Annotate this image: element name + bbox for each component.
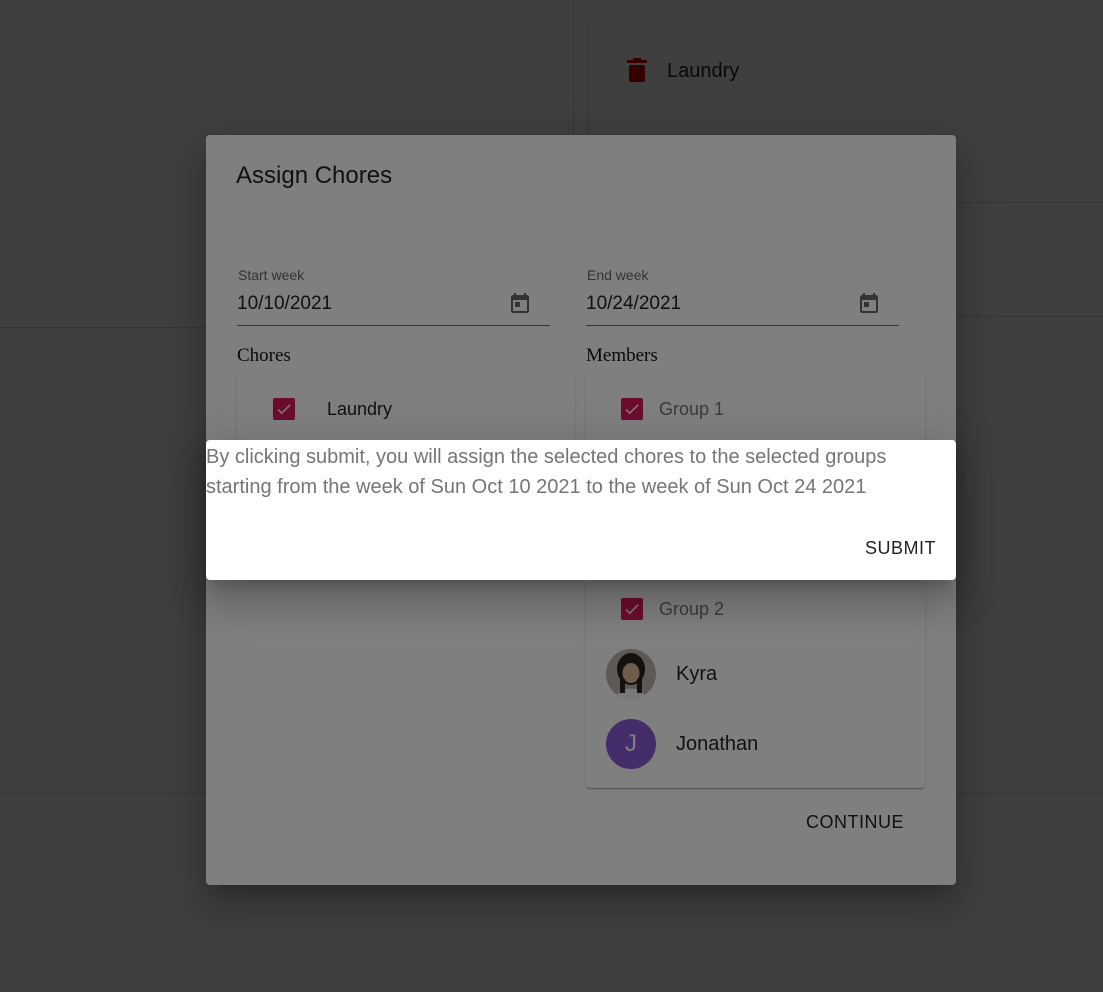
confirm-message: By clicking submit, you will assign the … bbox=[206, 446, 887, 498]
confirm-dialog: By clicking submit, you will assign the … bbox=[206, 440, 956, 580]
submit-button[interactable]: SUBMIT bbox=[865, 538, 936, 559]
